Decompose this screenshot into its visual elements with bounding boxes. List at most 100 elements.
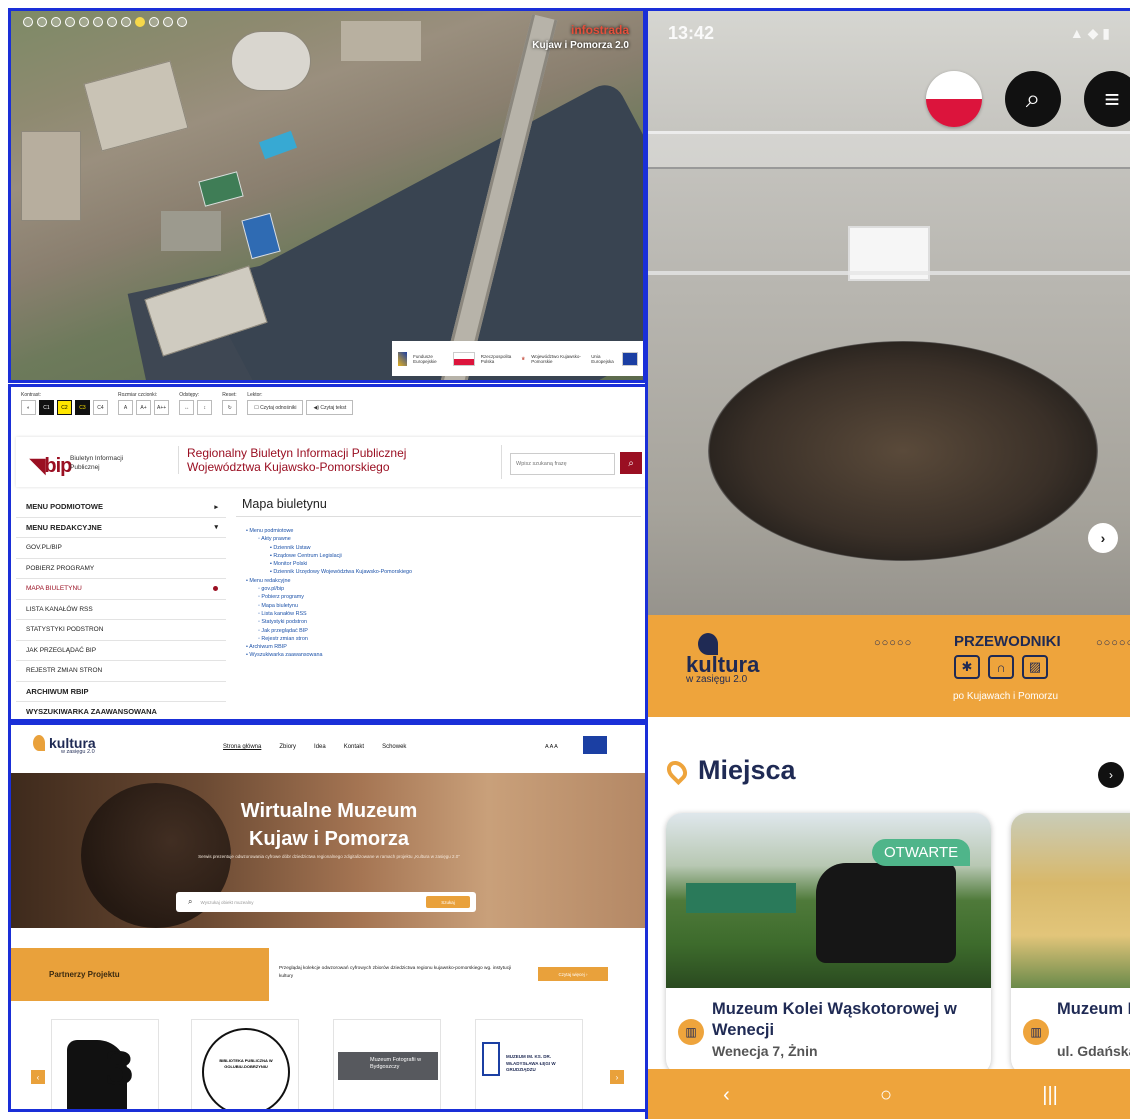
sitemap-link[interactable]: ◦ Akty prawne	[236, 535, 641, 543]
font-a-button[interactable]: A	[118, 400, 133, 415]
sidebar-item[interactable]: REJESTR ZMIAN STRON	[16, 661, 226, 682]
tool-icon[interactable]	[177, 17, 187, 27]
sitemap-link[interactable]: • Menu redakcyjne	[236, 577, 641, 585]
tool-icon[interactable]	[135, 17, 145, 27]
sitemap-link[interactable]: ◦ Mapa biuletynu	[236, 602, 641, 610]
letter-spacing-button[interactable]: ↔	[179, 400, 195, 415]
sitemap-link[interactable]: ▪ Monitor Polski	[236, 560, 641, 568]
sidebar-item[interactable]: ARCHIWUM RBIP	[16, 682, 226, 702]
hero-search-button[interactable]: Szukaj	[426, 896, 470, 908]
places-more-button[interactable]: ›	[1098, 762, 1124, 788]
chevron-right-icon: ›	[615, 1072, 619, 1082]
place-card[interactable]: ▥ Muzeum Leona W ul. Gdańska	[1011, 813, 1130, 1075]
search-button[interactable]: ⌕	[1005, 71, 1061, 127]
tool-icon[interactable]	[23, 17, 33, 27]
tool-icon[interactable]	[37, 17, 47, 27]
tool-icon[interactable]	[51, 17, 61, 27]
kultura-logo[interactable]: kultura w zasięgu 2.0	[686, 631, 759, 685]
back-icon[interactable]: ‹	[723, 1084, 730, 1107]
sitemap-link[interactable]: ◦ Statystyki podstron	[236, 618, 641, 626]
tool-icon[interactable]	[79, 17, 89, 27]
sidebar-item[interactable]: MENU PODMIOTOWE ▸	[16, 497, 226, 518]
contrast-c2-button[interactable]: C2	[57, 400, 72, 415]
sitemap-link[interactable]: ▪ Dziennik Urzędowy Województwa Kujawsko…	[236, 568, 641, 576]
bip-header: ◥bip Biuletyn Informacji Publicznej Regi…	[16, 437, 646, 487]
museum-icon: ▥	[678, 1019, 704, 1045]
sitemap-link[interactable]: ◦ Jak przeglądać BIP	[236, 627, 641, 635]
guides-title[interactable]: PRZEWODNIKI	[954, 633, 1061, 650]
guides-band: kultura w zasięgu 2.0 ○○○○○ PRZEWODNIKI …	[648, 615, 1130, 717]
partners-description: Przeglądaj kolekcje odwzorowań cyfrowych…	[279, 966, 512, 979]
sidebar-item[interactable]: STATYSTYKI PODSTRON	[16, 620, 226, 641]
font-a-plus-button[interactable]: A+	[136, 400, 151, 415]
sitemap-link[interactable]: ▪ Dziennik Ustaw	[236, 544, 641, 552]
tool-icon[interactable]	[93, 17, 103, 27]
library-seal-icon	[202, 1028, 290, 1109]
font-size-group: Rozmiar czcionki: A A+ A++	[118, 392, 170, 415]
partner-card[interactable]: 3 BIBLIOTEKA	[51, 1019, 159, 1109]
font-a-plus-plus-button[interactable]: A++	[154, 400, 170, 415]
read-more-button[interactable]: Czytaj więcej ›	[538, 967, 608, 981]
read-links-button[interactable]: ☐ Czytaj odnośniki	[247, 400, 304, 415]
language-flag-button[interactable]	[926, 71, 982, 127]
recents-icon[interactable]: |||	[1042, 1084, 1058, 1107]
sitemap-link[interactable]: ◦ Lista kanałów RSS	[236, 610, 641, 618]
partner-card[interactable]: MUZEUM IM. KS. DR. WŁADYSŁAWA ŁĘGI W GRU…	[475, 1019, 583, 1109]
partner-card[interactable]: BIBLIOTEKA PUBLICZNA W GOLUBIU-DOBRZYNIU	[191, 1019, 299, 1109]
place-card[interactable]: OTWARTE ▥ Muzeum Kolei Wąskotorowej w We…	[666, 813, 991, 1075]
sitemap-link[interactable]: • Wyszukiwarka zaawansowana	[236, 651, 641, 659]
nav-storage[interactable]: Schowek	[382, 744, 406, 750]
panorama-next-button[interactable]: ›	[1088, 523, 1118, 553]
kultura-logo-sub: w zasięgu 2.0	[61, 749, 95, 755]
read-text-button[interactable]: ◀) Czytaj tekst	[306, 400, 354, 415]
nav-idea[interactable]: Idea	[314, 744, 326, 750]
home-icon[interactable]: ○	[880, 1084, 892, 1107]
contrast-off-button[interactable]: ◐	[21, 400, 36, 415]
carousel-next-button[interactable]: ›	[610, 1070, 624, 1084]
bip-sidebar-menu: MENU PODMIOTOWE ▸ MENU REDAKCYJNE ▾ GOV.PL/B…	[16, 497, 226, 719]
partner-card[interactable]: Muzeum Fotografii w Bydgoszczy	[333, 1019, 441, 1109]
menu-button[interactable]: ≡	[1084, 71, 1130, 127]
sitemap-link[interactable]: • Archiwum RBIP	[236, 643, 641, 651]
chevron-right-icon: ›	[1100, 530, 1106, 546]
contrast-c1-button[interactable]: C1	[39, 400, 54, 415]
sitemap-link[interactable]: ◦ Rejestr zmian stron	[236, 635, 641, 643]
places-section: Miejsca › OTWARTE ▥ Muzeum Kolei Wąskoto…	[648, 717, 1130, 1087]
sidebar-item[interactable]: LISTA KANAŁÓW RSS	[16, 600, 226, 620]
carousel-prev-button[interactable]: ‹	[31, 1070, 45, 1084]
search-icon: ⌕	[188, 897, 193, 906]
place-name: Muzeum Kolei Wąskotorowej w Wenecji	[712, 1000, 957, 1039]
bip-search-button[interactable]: ⌕	[620, 452, 642, 474]
sidebar-item[interactable]: WYSZUKIWARKA ZAAWANSOWANA	[16, 702, 226, 719]
nav-contact[interactable]: Kontakt	[344, 744, 364, 750]
bip-logo[interactable]: ◥bip Biuletyn Informacji Publicznej	[30, 453, 123, 478]
nav-home[interactable]: Strona główna	[223, 744, 261, 750]
sidebar-item[interactable]: POBIERZ PROGRAMY	[16, 559, 226, 579]
sidebar-item[interactable]: GOV.PL/BIP	[16, 538, 226, 559]
contrast-c3-button[interactable]: C3	[75, 400, 90, 415]
tool-icon[interactable]	[65, 17, 75, 27]
sitemap-link[interactable]: ◦ gov.pl/bip	[236, 585, 641, 593]
building	[83, 60, 189, 152]
contrast-c4-button[interactable]: C4	[93, 400, 108, 415]
font-size-toggle[interactable]: A A A	[545, 744, 558, 750]
tool-icon[interactable]	[149, 17, 159, 27]
sidebar-item[interactable]: MENU REDAKCYJNE ▾	[16, 518, 226, 538]
tool-icon[interactable]	[121, 17, 131, 27]
sitemap-link[interactable]: ◦ Pobierz programy	[236, 593, 641, 601]
sidebar-item[interactable]: MAPA BIULETYNU	[16, 579, 226, 600]
reset-button[interactable]: ↻	[222, 400, 238, 415]
aerial-map-panel[interactable]: infostrada Kujaw i Pomorza 2.0 Fundusze …	[8, 8, 646, 383]
bip-search-input[interactable]	[510, 453, 615, 475]
tool-icon[interactable]	[107, 17, 117, 27]
sitemap-link[interactable]: ▪ Rządowe Centrum Legislacji	[236, 552, 641, 560]
tool-icon[interactable]	[163, 17, 173, 27]
partner-card-label: BIBLIOTEKA PUBLICZNA W GOLUBIU-DOBRZYNIU	[219, 1058, 273, 1069]
sitemap-link[interactable]: • Menu podmiotowe	[236, 527, 641, 535]
nav-collections[interactable]: Zbiory	[279, 744, 296, 750]
hero-search[interactable]: ⌕ Wyszukaj obiekt muzealny Szukaj	[176, 892, 476, 912]
sidebar-item[interactable]: JAK PRZEGLĄDAĆ BIP	[16, 641, 226, 661]
map-toolbar[interactable]	[23, 17, 187, 27]
kultura-logo[interactable]: kultura w zasięgu 2.0	[33, 735, 96, 755]
line-spacing-button[interactable]: ↕	[197, 400, 213, 415]
